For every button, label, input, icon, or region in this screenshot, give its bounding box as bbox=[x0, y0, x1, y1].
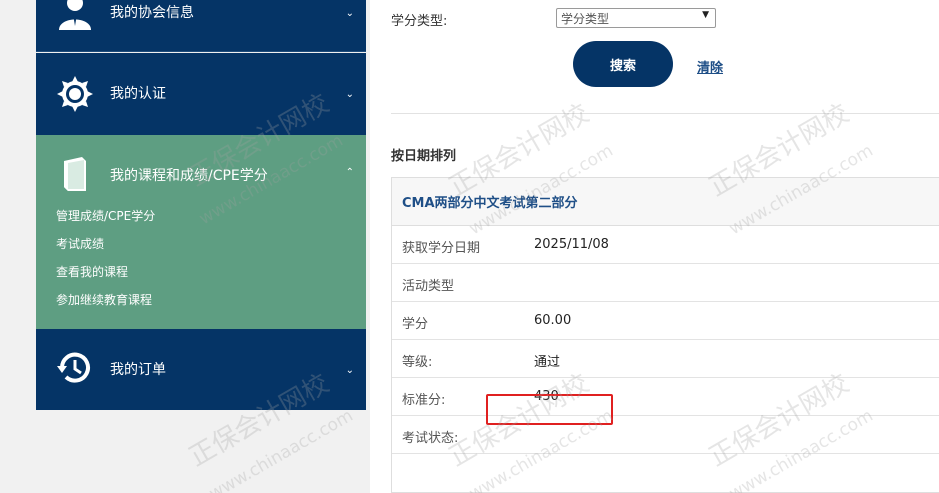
sidebar-item-label: 我的订单 bbox=[110, 362, 166, 378]
score-highlight-box bbox=[486, 394, 613, 425]
table-row: 考试状态: bbox=[392, 416, 939, 454]
dropdown-arrow-icon: ▼ bbox=[702, 10, 709, 20]
field-value: 通过 bbox=[534, 355, 561, 370]
main-panel: 学分类型: 学分类型 ▼ 搜索 清除 按日期排列 CMA两部分中文考试第二部分 … bbox=[370, 0, 939, 493]
table-row: 等级: 通过 bbox=[392, 340, 939, 378]
sidebar-item-orders[interactable]: 我的订单 ⌄ bbox=[36, 329, 366, 410]
search-button[interactable]: 搜索 bbox=[573, 41, 673, 87]
table-row: 学分 60.00 bbox=[392, 302, 939, 340]
history-icon bbox=[56, 349, 94, 387]
record-title: CMA两部分中文考试第二部分 bbox=[402, 196, 578, 211]
field-label: 获取学分日期 bbox=[402, 241, 481, 256]
table-row: 活动类型 bbox=[392, 264, 939, 302]
sidebar-item-label: 我的认证 bbox=[110, 86, 166, 102]
credit-record-card: CMA两部分中文考试第二部分 获取学分日期 2025/11/08 活动类型 学分… bbox=[391, 177, 939, 493]
sidebar-subitem-join-cpe[interactable]: 参加继续教育课程 bbox=[56, 291, 152, 308]
clear-link[interactable]: 清除 bbox=[697, 57, 723, 76]
field-label: 活动类型 bbox=[402, 279, 455, 294]
divider bbox=[391, 113, 939, 114]
user-icon bbox=[56, 0, 94, 30]
field-label: 等级: bbox=[402, 355, 433, 370]
watermark-url: www.chinaacc.com bbox=[205, 405, 357, 493]
sidebar-subitem-exam-scores[interactable]: 考试成绩 bbox=[56, 235, 104, 252]
book-icon bbox=[56, 155, 94, 193]
credit-type-select-value: 学分类型 bbox=[561, 12, 610, 26]
credit-type-label: 学分类型: bbox=[391, 14, 448, 29]
chevron-down-icon: ⌄ bbox=[345, 8, 354, 19]
chevron-down-icon: ⌄ bbox=[345, 365, 354, 376]
sidebar-subitem-view-courses[interactable]: 查看我的课程 bbox=[56, 263, 128, 280]
field-label: 标准分: bbox=[402, 393, 446, 408]
chevron-down-icon: ⌄ bbox=[345, 89, 354, 100]
sidebar-item-courses-grades[interactable]: 我的课程和成绩/CPE学分 ⌃ 管理成绩/CPE学分 考试成绩 查看我的课程 参… bbox=[36, 135, 366, 329]
field-value: 2025/11/08 bbox=[534, 237, 609, 252]
sidebar-item-label: 我的协会信息 bbox=[110, 5, 194, 21]
table-row: 标准分: 430 bbox=[392, 378, 939, 416]
sidebar: 我的协会信息 ⌄ 我的认证 ⌄ 我的课程和成绩/CPE学分 ⌃ 管理成绩/CPE… bbox=[36, 0, 366, 410]
chevron-up-icon: ⌃ bbox=[345, 167, 354, 178]
table-row: 获取学分日期 2025/11/08 bbox=[392, 226, 939, 264]
field-value: 60.00 bbox=[534, 313, 572, 328]
field-label: 考试状态: bbox=[402, 431, 459, 446]
sidebar-item-association-info[interactable]: 我的协会信息 ⌄ bbox=[36, 0, 366, 52]
sidebar-item-label: 我的课程和成绩/CPE学分 bbox=[110, 168, 268, 184]
credit-type-select[interactable]: 学分类型 ▼ bbox=[556, 8, 716, 28]
sidebar-item-certification[interactable]: 我的认证 ⌄ bbox=[36, 53, 366, 135]
card-header: CMA两部分中文考试第二部分 bbox=[392, 178, 939, 226]
sort-by-date-title: 按日期排列 bbox=[391, 149, 457, 164]
field-label: 学分 bbox=[402, 317, 429, 332]
badge-icon bbox=[56, 75, 94, 113]
sidebar-subitem-manage-grades[interactable]: 管理成绩/CPE学分 bbox=[56, 207, 155, 224]
page: 我的协会信息 ⌄ 我的认证 ⌄ 我的课程和成绩/CPE学分 ⌃ 管理成绩/CPE… bbox=[0, 0, 939, 493]
